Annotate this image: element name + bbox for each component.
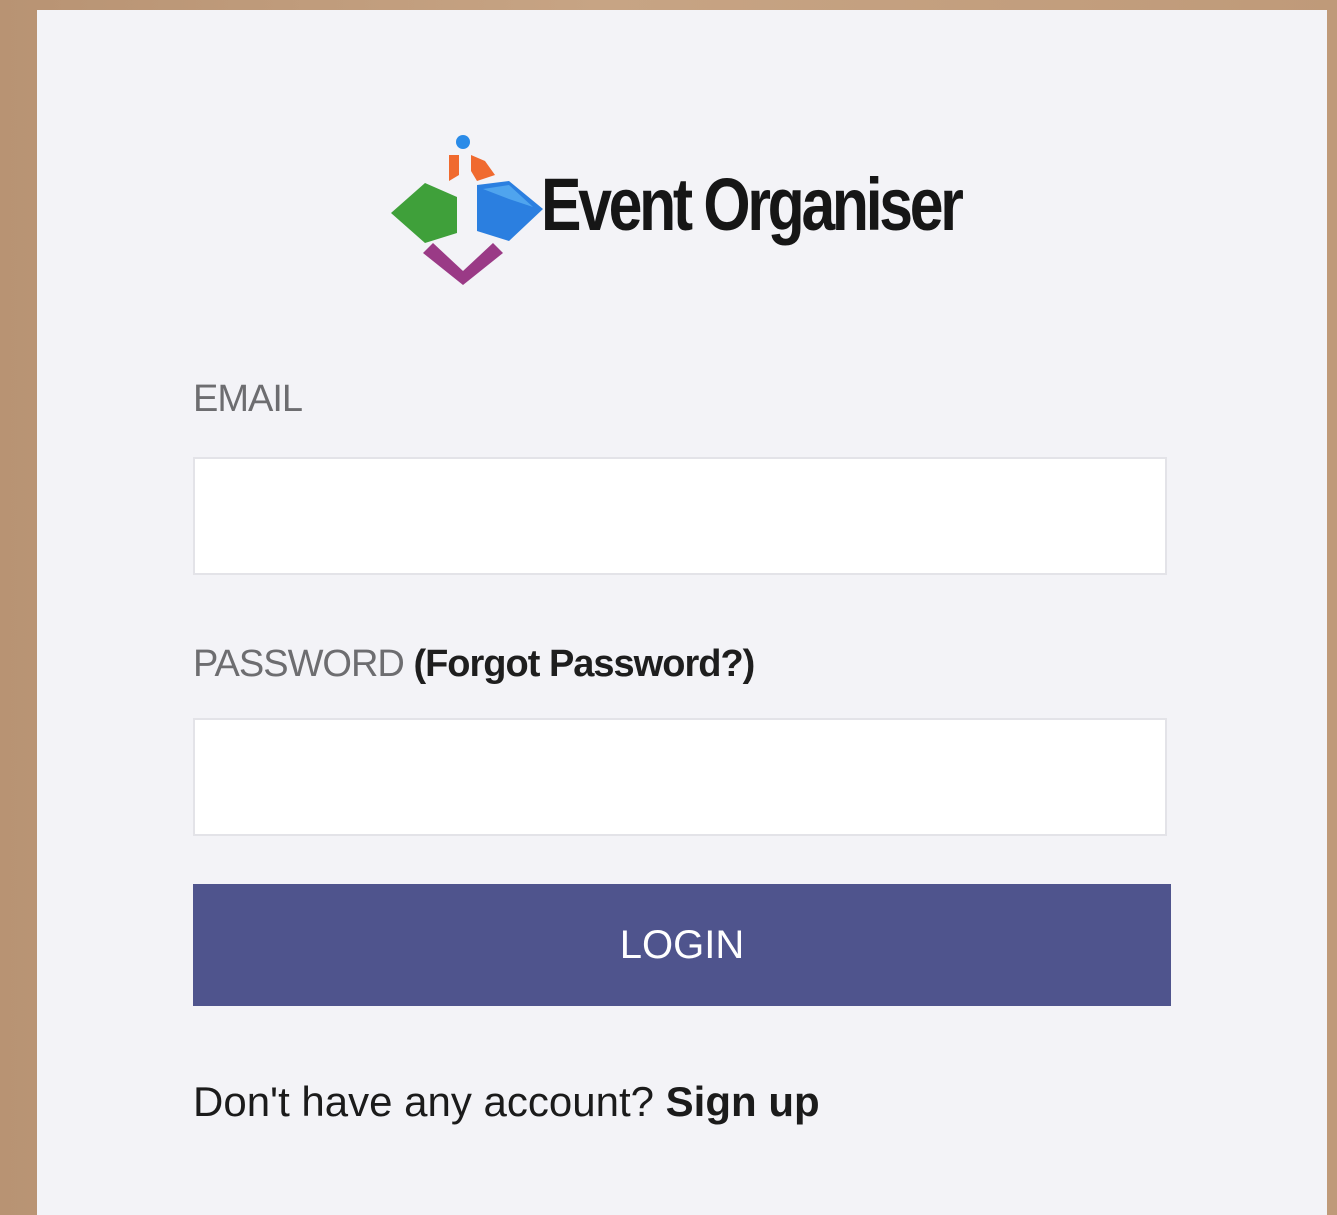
- forgot-password-link[interactable]: (Forgot Password?): [413, 643, 755, 685]
- diamond-cluster-logo-icon: [391, 135, 543, 285]
- password-label: PASSWORD: [193, 643, 405, 685]
- login-card: Event Organiser EMAIL PASSWORD (Forgot P…: [37, 10, 1327, 1215]
- brand-name: Event Organiser: [541, 163, 964, 246]
- signup-prompt: Don't have any account?: [193, 1078, 654, 1125]
- email-field[interactable]: [193, 457, 1167, 575]
- password-label-row: PASSWORD (Forgot Password?): [193, 643, 755, 686]
- login-button[interactable]: LOGIN: [193, 884, 1171, 1006]
- brand-logo[interactable]: Event Organiser: [387, 125, 1053, 285]
- signup-link[interactable]: Sign up: [666, 1078, 820, 1125]
- signup-row: Don't have any account? Sign up: [193, 1078, 820, 1126]
- password-field[interactable]: [193, 718, 1167, 836]
- email-label: EMAIL: [193, 378, 303, 420]
